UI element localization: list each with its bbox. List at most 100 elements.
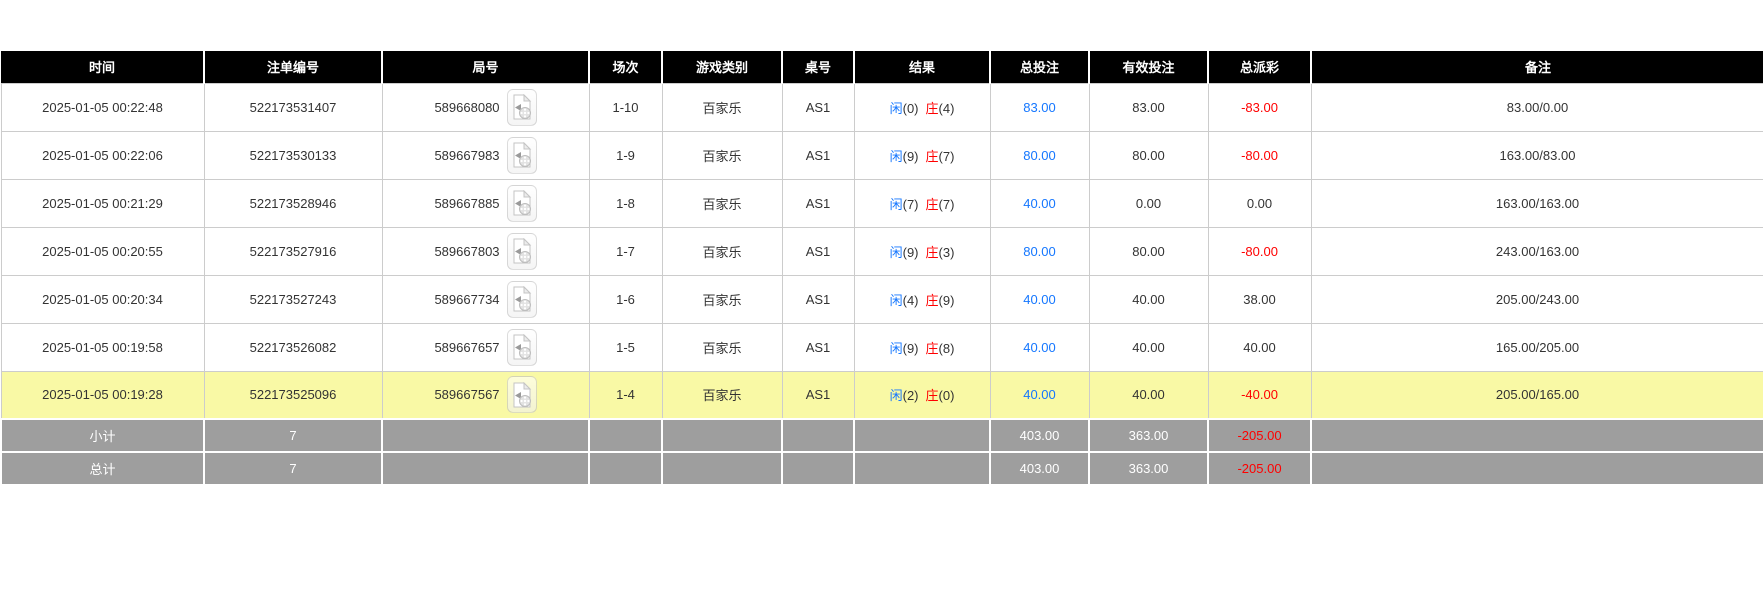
cell-time: 2025-01-05 00:22:06 — [1, 131, 204, 179]
cell-table-no: AS1 — [782, 275, 854, 323]
cell-bet-id: 522173526082 — [204, 323, 382, 371]
table-row[interactable]: 2025-01-05 00:19:58 522173526082 5896676… — [1, 323, 1763, 371]
video-replay-icon — [512, 286, 532, 312]
cell-total-bet: 40.00 — [990, 371, 1089, 419]
table-row[interactable]: 2025-01-05 00:22:06 522173530133 5896679… — [1, 131, 1763, 179]
cell-session: 1-6 — [589, 275, 662, 323]
cell-round: 589667734 — [382, 275, 589, 323]
total-bet-link[interactable]: 80.00 — [1023, 244, 1056, 259]
subtotal-label: 小计 — [1, 419, 204, 452]
video-replay-button[interactable] — [507, 185, 537, 222]
result-player-label: 闲 — [890, 293, 903, 308]
result-player-value: (2) — [903, 388, 919, 403]
cell-time: 2025-01-05 00:19:58 — [1, 323, 204, 371]
total-bet-link[interactable]: 40.00 — [1023, 196, 1056, 211]
cell-remark: 205.00/243.00 — [1311, 275, 1763, 323]
video-replay-button[interactable] — [507, 233, 537, 270]
cell-valid-bet: 40.00 — [1089, 275, 1208, 323]
cell-round: 589667657 — [382, 323, 589, 371]
table-row[interactable]: 2025-01-05 00:20:34 522173527243 5896677… — [1, 275, 1763, 323]
header-time: 时间 — [1, 51, 204, 83]
cell-game-type: 百家乐 — [662, 179, 782, 227]
table-header: 时间 注单编号 局号 场次 游戏类别 桌号 结果 总投注 有效投注 总派彩 备注 — [1, 51, 1763, 83]
subtotal-valid-bet: 363.00 — [1089, 419, 1208, 452]
cell-payout: 40.00 — [1208, 323, 1311, 371]
cell-game-type: 百家乐 — [662, 131, 782, 179]
bet-records-section: 时间 注单编号 局号 场次 游戏类别 桌号 结果 总投注 有效投注 总派彩 备注… — [0, 51, 1763, 486]
cell-game-type: 百家乐 — [662, 371, 782, 419]
total-row: 总计 7 403.00 363.00 -205.00 — [1, 452, 1763, 485]
result-player-label: 闲 — [890, 388, 903, 403]
cell-remark: 163.00/163.00 — [1311, 179, 1763, 227]
cell-payout: -80.00 — [1208, 227, 1311, 275]
cell-game-type: 百家乐 — [662, 83, 782, 131]
round-id: 589667983 — [434, 148, 499, 163]
result-banker-label: 庄 — [926, 388, 939, 403]
cell-bet-id: 522173531407 — [204, 83, 382, 131]
total-total-bet: 403.00 — [990, 452, 1089, 485]
cell-table-no: AS1 — [782, 323, 854, 371]
cell-session: 1-9 — [589, 131, 662, 179]
total-bet-link[interactable]: 40.00 — [1023, 340, 1056, 355]
subtotal-row: 小计 7 403.00 363.00 -205.00 — [1, 419, 1763, 452]
cell-bet-id: 522173527243 — [204, 275, 382, 323]
table-row[interactable]: 2025-01-05 00:22:48 522173531407 5896680… — [1, 83, 1763, 131]
result-player-label: 闲 — [890, 101, 903, 116]
cell-table-no: AS1 — [782, 131, 854, 179]
cell-time: 2025-01-05 00:19:28 — [1, 371, 204, 419]
cell-table-no: AS1 — [782, 179, 854, 227]
bet-records-table: 时间 注单编号 局号 场次 游戏类别 桌号 结果 总投注 有效投注 总派彩 备注… — [0, 51, 1763, 486]
total-bet-link[interactable]: 40.00 — [1023, 387, 1056, 402]
total-bet-link[interactable]: 80.00 — [1023, 148, 1056, 163]
result-banker-label: 庄 — [926, 149, 939, 164]
cell-session: 1-8 — [589, 179, 662, 227]
round-id: 589667734 — [434, 292, 499, 307]
cell-round: 589667885 — [382, 179, 589, 227]
cell-bet-id: 522173525096 — [204, 371, 382, 419]
cell-round: 589668080 — [382, 83, 589, 131]
result-player-value: (0) — [903, 101, 919, 116]
header-total-bet: 总投注 — [990, 51, 1089, 83]
cell-table-no: AS1 — [782, 83, 854, 131]
table-row[interactable]: 2025-01-05 00:21:29 522173528946 5896678… — [1, 179, 1763, 227]
video-replay-icon — [512, 190, 532, 216]
total-payout: -205.00 — [1208, 452, 1311, 485]
header-game-type: 游戏类别 — [662, 51, 782, 83]
round-id: 589667885 — [434, 196, 499, 211]
video-replay-button[interactable] — [507, 89, 537, 126]
round-id: 589667803 — [434, 244, 499, 259]
cell-total-bet: 40.00 — [990, 179, 1089, 227]
table-row[interactable]: 2025-01-05 00:19:28 522173525096 5896675… — [1, 371, 1763, 419]
total-bet-link[interactable]: 40.00 — [1023, 292, 1056, 307]
table-row[interactable]: 2025-01-05 00:20:55 522173527916 5896678… — [1, 227, 1763, 275]
header-bet-id: 注单编号 — [204, 51, 382, 83]
subtotal-total-bet: 403.00 — [990, 419, 1089, 452]
cell-session: 1-7 — [589, 227, 662, 275]
total-bet-link[interactable]: 83.00 — [1023, 100, 1056, 115]
cell-payout: 38.00 — [1208, 275, 1311, 323]
header-session: 场次 — [589, 51, 662, 83]
result-banker-value: (9) — [939, 293, 955, 308]
cell-result: 闲(0)庄(4) — [854, 83, 990, 131]
result-player-value: (9) — [903, 341, 919, 356]
result-player-value: (4) — [903, 293, 919, 308]
result-banker-value: (0) — [939, 388, 955, 403]
video-replay-icon — [512, 142, 532, 168]
cell-valid-bet: 80.00 — [1089, 227, 1208, 275]
header-remark: 备注 — [1311, 51, 1763, 83]
video-replay-button[interactable] — [507, 329, 537, 366]
cell-time: 2025-01-05 00:20:34 — [1, 275, 204, 323]
result-banker-label: 庄 — [926, 197, 939, 212]
cell-total-bet: 80.00 — [990, 131, 1089, 179]
result-player-value: (7) — [903, 197, 919, 212]
result-player-label: 闲 — [890, 149, 903, 164]
cell-session: 1-10 — [589, 83, 662, 131]
result-player-label: 闲 — [890, 197, 903, 212]
video-replay-button[interactable] — [507, 376, 537, 413]
cell-total-bet: 40.00 — [990, 323, 1089, 371]
result-banker-value: (8) — [939, 341, 955, 356]
result-player-value: (9) — [903, 149, 919, 164]
result-banker-label: 庄 — [926, 341, 939, 356]
video-replay-button[interactable] — [507, 281, 537, 318]
video-replay-button[interactable] — [507, 137, 537, 174]
